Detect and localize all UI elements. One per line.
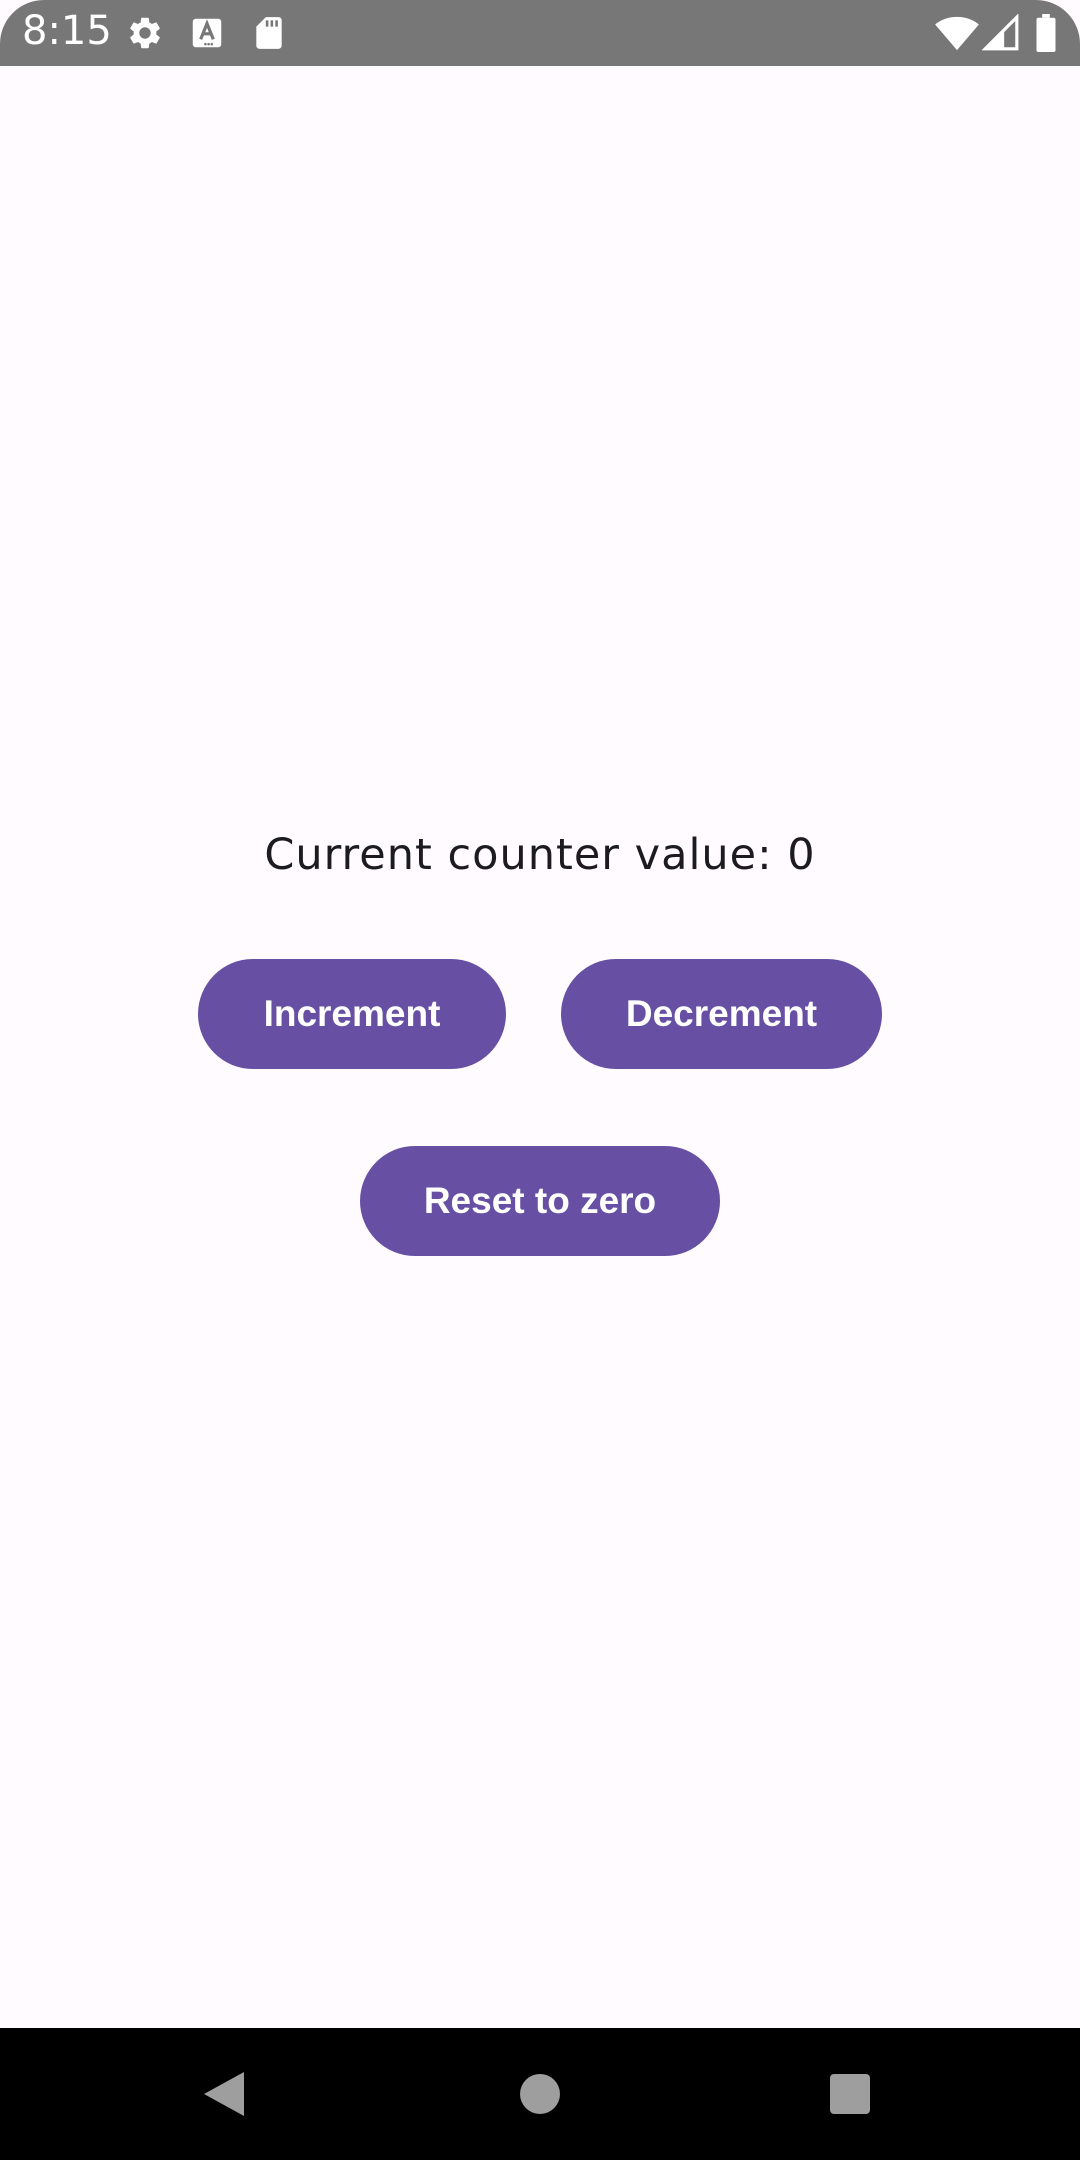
- cellular-signal-icon: [981, 13, 1020, 52]
- font-a-icon: [188, 14, 226, 52]
- back-icon[interactable]: [204, 2072, 244, 2116]
- counter-value-text: Current counter value: 0: [264, 830, 816, 880]
- battery-icon: [1034, 14, 1058, 52]
- sd-card-icon: [250, 14, 288, 52]
- recents-icon[interactable]: [830, 2074, 870, 2114]
- decrement-button[interactable]: Decrement: [561, 959, 882, 1069]
- status-bar: 8:15: [0, 0, 1080, 66]
- increment-button[interactable]: Increment: [198, 959, 506, 1069]
- gear-icon: [126, 14, 164, 52]
- home-icon[interactable]: [520, 2074, 560, 2114]
- status-time: 8:15: [22, 8, 112, 54]
- reset-button[interactable]: Reset to zero: [360, 1146, 720, 1256]
- wifi-icon: [934, 14, 980, 52]
- app-screen: 8:15 Current counter value: 0 Increment …: [0, 0, 1080, 2160]
